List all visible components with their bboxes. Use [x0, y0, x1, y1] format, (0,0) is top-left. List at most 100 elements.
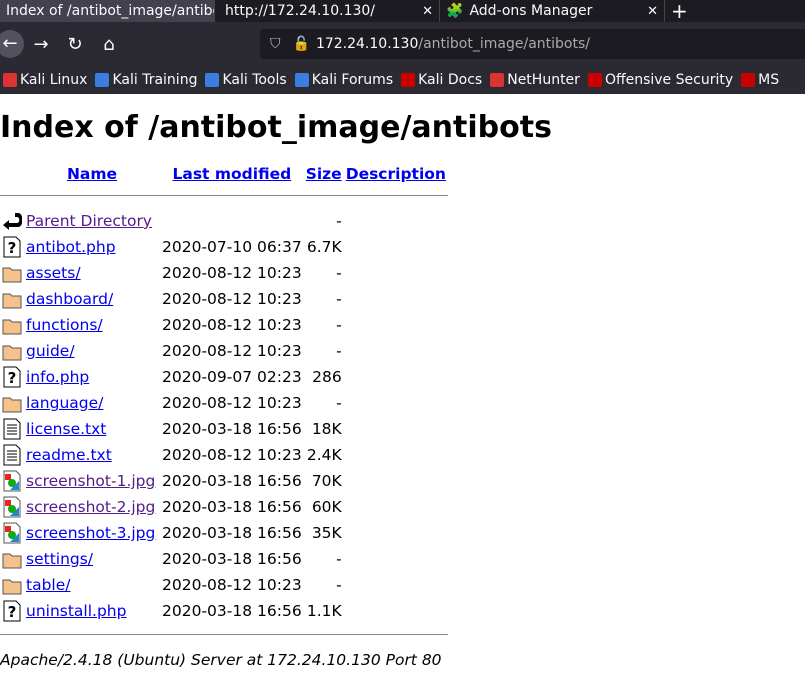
modified-cell: 2020-03-18 16:56: [162, 420, 302, 438]
description-cell: [344, 572, 448, 598]
modified-cell: 2020-09-07 02:23: [162, 368, 302, 386]
folder-icon: [0, 338, 24, 364]
size-cell: -: [336, 212, 342, 230]
description-cell: [344, 494, 448, 520]
back-button[interactable]: ←: [0, 30, 24, 58]
reload-button[interactable]: ↻: [58, 34, 92, 55]
size-cell: 70K: [311, 472, 342, 490]
new-tab-button[interactable]: +: [665, 0, 694, 22]
bookmark-icon: [95, 73, 110, 87]
description-cell: [344, 234, 448, 260]
bookmark-icon: [587, 73, 602, 87]
bookmark-item[interactable]: Offensive Security: [587, 72, 733, 88]
size-cell: 35K: [311, 524, 342, 542]
file-link[interactable]: info.php: [26, 368, 89, 386]
file-link[interactable]: table/: [26, 576, 70, 594]
description-cell: [344, 208, 448, 234]
table-row: assets/ 2020-08-12 10:23 -: [0, 260, 448, 286]
modified-cell: 2020-03-18 16:56: [162, 602, 302, 620]
bookmark-item[interactable]: Kali Docs: [401, 72, 482, 88]
sort-size-link[interactable]: Size: [306, 165, 342, 183]
modified-cell: 2020-07-10 06:37: [162, 238, 302, 256]
file-link[interactable]: license.txt: [26, 420, 106, 438]
size-cell: 6.7K: [306, 238, 342, 256]
sort-name-link[interactable]: Name: [67, 165, 117, 183]
modified-cell: 2020-08-12 10:23: [162, 290, 302, 308]
bookmark-item[interactable]: Kali Forums: [294, 72, 394, 88]
file-link[interactable]: settings/: [26, 550, 93, 568]
description-cell: [344, 390, 448, 416]
description-cell: [344, 338, 448, 364]
description-cell: [344, 598, 448, 624]
image-file-icon: [0, 494, 24, 520]
home-button[interactable]: ⌂: [92, 34, 126, 55]
file-link[interactable]: screenshot-2.jpg: [26, 498, 155, 516]
tab-home[interactable]: http://172.24.10.130/ ✕: [215, 0, 440, 22]
table-row: guide/ 2020-08-12 10:23 -: [0, 338, 448, 364]
tab-addons[interactable]: 🧩 Add-ons Manager ✕: [440, 0, 665, 22]
bookmark-label: Kali Training: [112, 72, 198, 88]
close-icon[interactable]: ✕: [414, 4, 433, 19]
bookmark-icon: [401, 73, 416, 87]
svg-text:?: ?: [8, 603, 17, 621]
table-row: screenshot-1.jpg 2020-03-18 16:56 70K: [0, 468, 448, 494]
close-icon[interactable]: ✕: [639, 4, 658, 19]
unknown-file-icon: ?: [0, 364, 24, 390]
table-row: license.txt 2020-03-18 16:56 18K: [0, 416, 448, 442]
bookmark-item[interactable]: Kali Linux: [3, 72, 87, 88]
description-cell: [344, 468, 448, 494]
url-bar[interactable]: ⛉ 🔓 172.24.10.130/antibot_image/antibots…: [260, 29, 805, 59]
modified-cell: 2020-03-18 16:56: [162, 472, 302, 490]
forward-button[interactable]: →: [24, 34, 58, 55]
bookmark-item[interactable]: Kali Training: [95, 72, 197, 88]
image-file-icon: [0, 520, 24, 546]
modified-cell: 2020-08-12 10:23: [162, 342, 302, 360]
description-cell: [344, 364, 448, 390]
navigation-bar: ← → ↻ ⌂ ⛉ 🔓 172.24.10.130/antibot_image/…: [0, 22, 805, 66]
file-link[interactable]: antibot.php: [26, 238, 116, 256]
text-file-icon: [0, 442, 24, 468]
size-cell: -: [336, 264, 342, 282]
size-cell: 60K: [311, 498, 342, 516]
divider: [0, 634, 448, 635]
sort-modified-link[interactable]: Last modified: [173, 165, 292, 183]
bookmark-label: Kali Forums: [311, 72, 394, 88]
page-title: Index of /antibot_image/antibots: [0, 110, 552, 145]
description-cell: [344, 260, 448, 286]
unknown-file-icon: ?: [0, 234, 24, 260]
bookmark-item[interactable]: Kali Tools: [205, 72, 287, 88]
modified-cell: 2020-08-12 10:23: [162, 576, 302, 594]
bookmark-label: Kali Linux: [20, 72, 88, 88]
modified-cell: 2020-08-12 10:23: [162, 264, 302, 282]
icon-header: [0, 161, 24, 191]
size-cell: -: [336, 316, 342, 334]
file-link[interactable]: dashboard/: [26, 290, 113, 308]
tab-index[interactable]: Index of /antibot_image/antibots/✕: [0, 0, 215, 22]
sort-description-link[interactable]: Description: [346, 165, 446, 183]
bookmark-item[interactable]: MS: [741, 72, 779, 88]
description-cell: [344, 286, 448, 312]
parent-directory-icon: [0, 208, 24, 234]
table-row: screenshot-2.jpg 2020-03-18 16:56 60K: [0, 494, 448, 520]
file-link[interactable]: functions/: [26, 316, 103, 334]
file-link[interactable]: readme.txt: [26, 446, 112, 464]
insecure-lock-icon[interactable]: 🔓: [293, 36, 310, 52]
bookmark-item[interactable]: NetHunter: [490, 72, 580, 88]
file-link[interactable]: Parent Directory: [26, 212, 152, 230]
text-file-icon: [0, 416, 24, 442]
shield-icon[interactable]: ⛉: [270, 36, 281, 52]
file-link[interactable]: screenshot-1.jpg: [26, 472, 155, 490]
modified-cell: 2020-03-18 16:56: [162, 524, 302, 542]
file-link[interactable]: uninstall.php: [26, 602, 126, 620]
file-link[interactable]: language/: [26, 394, 103, 412]
table-row: settings/ 2020-03-18 16:56 -: [0, 546, 448, 572]
file-link[interactable]: screenshot-3.jpg: [26, 524, 155, 542]
file-link[interactable]: assets/: [26, 264, 81, 282]
folder-icon: [0, 390, 24, 416]
file-link[interactable]: guide/: [26, 342, 75, 360]
size-cell: -: [336, 576, 342, 594]
size-cell: -: [336, 394, 342, 412]
puzzle-icon: 🧩: [446, 3, 464, 19]
server-signature: Apache/2.4.18 (Ubuntu) Server at 172.24.…: [0, 651, 442, 669]
bookmark-label: NetHunter: [507, 72, 580, 88]
